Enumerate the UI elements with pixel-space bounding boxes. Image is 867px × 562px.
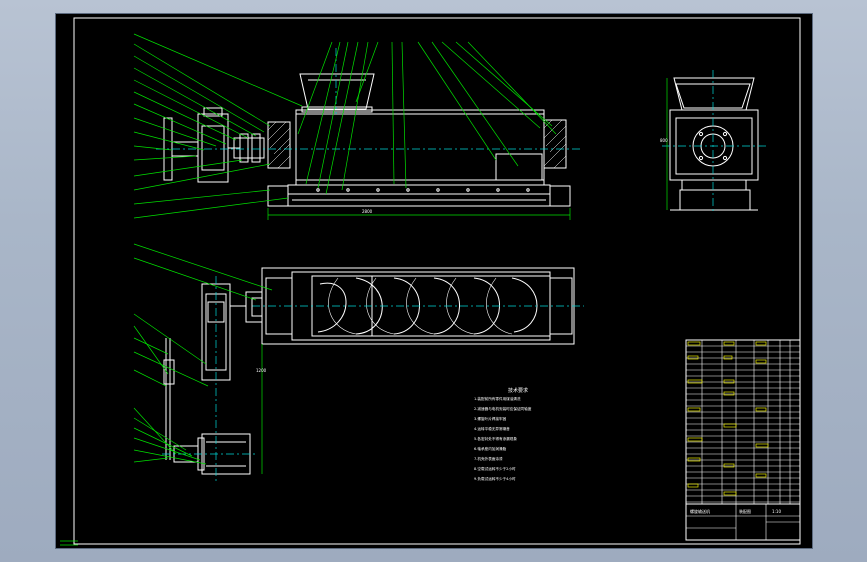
notes-heading: 技术要求: [508, 387, 528, 394]
cad-drawing: 2800 800 1200 技术要求 1.装配前所有零件用煤油清洗 2.减速器与…: [60, 17, 801, 546]
note-line: 7.机壳外表面涂漆: [474, 456, 503, 461]
dim-side: 800: [660, 138, 668, 143]
top-view: 1200: [162, 267, 584, 484]
note-line: 8.空载试运转不少于2小时: [474, 466, 516, 471]
parts-list: [685, 339, 801, 505]
dim-length: 2800: [362, 209, 373, 214]
note-line: 5.各密封处不得有渗漏现象: [474, 436, 517, 441]
side-view: 800: [660, 70, 766, 214]
title-block-label-left: 螺旋输送机: [690, 508, 710, 514]
title-block: 螺旋输送机 装配图 1:10: [685, 503, 801, 541]
front-view: 2800: [156, 48, 580, 220]
note-line: 1.装配前所有零件用煤油清洗: [474, 396, 521, 401]
note-line: 4.运转平稳无异常噪音: [474, 426, 510, 431]
front-view-leaders-top: [297, 41, 557, 195]
cad-viewport[interactable]: 2800 800 1200 技术要求 1.装配前所有零件用煤油清洗 2.减速器与…: [56, 14, 812, 548]
title-block-label-mid: 装配图: [739, 508, 751, 514]
note-line: 6.轴承座内加润滑脂: [474, 446, 507, 451]
top-view-leaders: [133, 243, 273, 465]
dim-height: 1200: [256, 368, 267, 373]
note-line: 3.螺旋叶片焊接牢固: [474, 416, 507, 421]
note-line: 2.减速器与电机安装时应保证同轴度: [474, 406, 532, 411]
title-block-label-right: 1:10: [772, 509, 781, 514]
technical-notes: 技术要求 1.装配前所有零件用煤油清洗 2.减速器与电机安装时应保证同轴度 3.…: [474, 387, 532, 481]
note-line: 9.负载试运转不少于4小时: [474, 476, 516, 481]
